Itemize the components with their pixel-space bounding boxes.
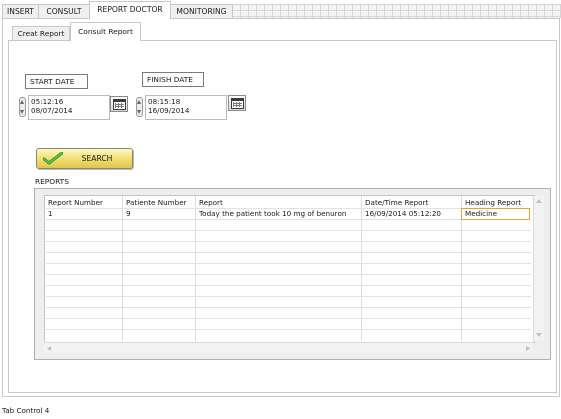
tab-consult-report-label: Consult Report [78,27,133,36]
column-header-report: Report [199,198,223,207]
column-header-date-time: Date/Time Report [365,198,429,207]
row-divider [46,318,531,319]
cell-report-number[interactable]: 1 [45,209,122,218]
start-date-label: START DATE [25,74,88,89]
column-header-patiente-number: Patiente Number [126,198,187,207]
column-header-heading-report: Heading Report [465,198,522,207]
row-divider [46,252,531,253]
scroll-down-icon[interactable] [535,332,543,338]
tab-insert[interactable]: INSERT [2,4,39,18]
vertical-scrollbar[interactable] [533,196,544,341]
tab-report-doctor-label: REPORT DOCTOR [97,5,163,14]
start-date-calendar-button[interactable] [110,96,128,112]
row-divider [46,296,531,297]
row-divider [46,241,531,242]
start-date-value: 08/07/2014 [31,106,73,115]
cell-date-time[interactable]: 16/09/2014 05:12:20 [362,209,462,218]
column-header-report-number: Report Number [48,198,103,207]
cell-patiente-number[interactable]: 9 [123,209,196,218]
tab-control-label: Tab Control 4 [2,406,50,415]
finish-date-value: 16/09/2014 [148,106,190,115]
tab-report-doctor[interactable]: REPORT DOCTOR [89,1,171,19]
tab-consult-report[interactable]: Consult Report [70,22,141,41]
row-divider [46,285,531,286]
tab-insert-label: INSERT [7,7,34,16]
finish-date-field[interactable]: 08:15:18 16/09/2014 [145,95,227,120]
tab-monitoring[interactable]: MONITORING [170,4,233,18]
cell-heading-report[interactable]: Medicine [461,208,530,220]
finish-time-value: 08:15:18 [148,97,181,106]
row-divider [46,329,531,330]
row-divider [46,219,531,220]
scroll-up-icon[interactable] [535,198,543,204]
finish-date-spinner[interactable] [136,97,143,117]
start-date-spinner[interactable] [19,97,26,117]
scroll-right-icon[interactable] [525,345,531,352]
tab-creat-report[interactable]: Creat Report [12,26,70,40]
cell-report[interactable]: Today the patient took 10 mg of benuron [196,209,362,218]
checkmark-icon [43,152,63,165]
tab-consult[interactable]: CONSULT [38,4,90,18]
tab-monitoring-label: MONITORING [176,7,227,16]
start-time-value: 05:12:16 [31,97,64,106]
finish-date-calendar-button[interactable] [228,95,246,111]
tab-consult-label: CONSULT [46,7,82,16]
row-divider [46,230,531,231]
row-divider [46,307,531,308]
row-divider [46,274,531,275]
search-button[interactable]: SEARCH [36,148,133,169]
finish-date-label: FINISH DATE [142,72,204,87]
reports-label: REPORTS [35,177,69,186]
start-date-field[interactable]: 05:12:16 08/07/2014 [28,95,110,120]
horizontal-scrollbar[interactable] [44,342,533,353]
calendar-icon [231,98,244,109]
calendar-icon [113,99,126,110]
search-button-label: SEARCH [81,154,113,163]
scroll-left-icon[interactable] [46,345,52,352]
tab-bar-filler [232,4,561,18]
main-tab-bar: INSERT CONSULT REPORT DOCTOR MONITORING [0,0,561,19]
tab-creat-report-label: Creat Report [17,29,65,38]
row-divider [46,263,531,264]
